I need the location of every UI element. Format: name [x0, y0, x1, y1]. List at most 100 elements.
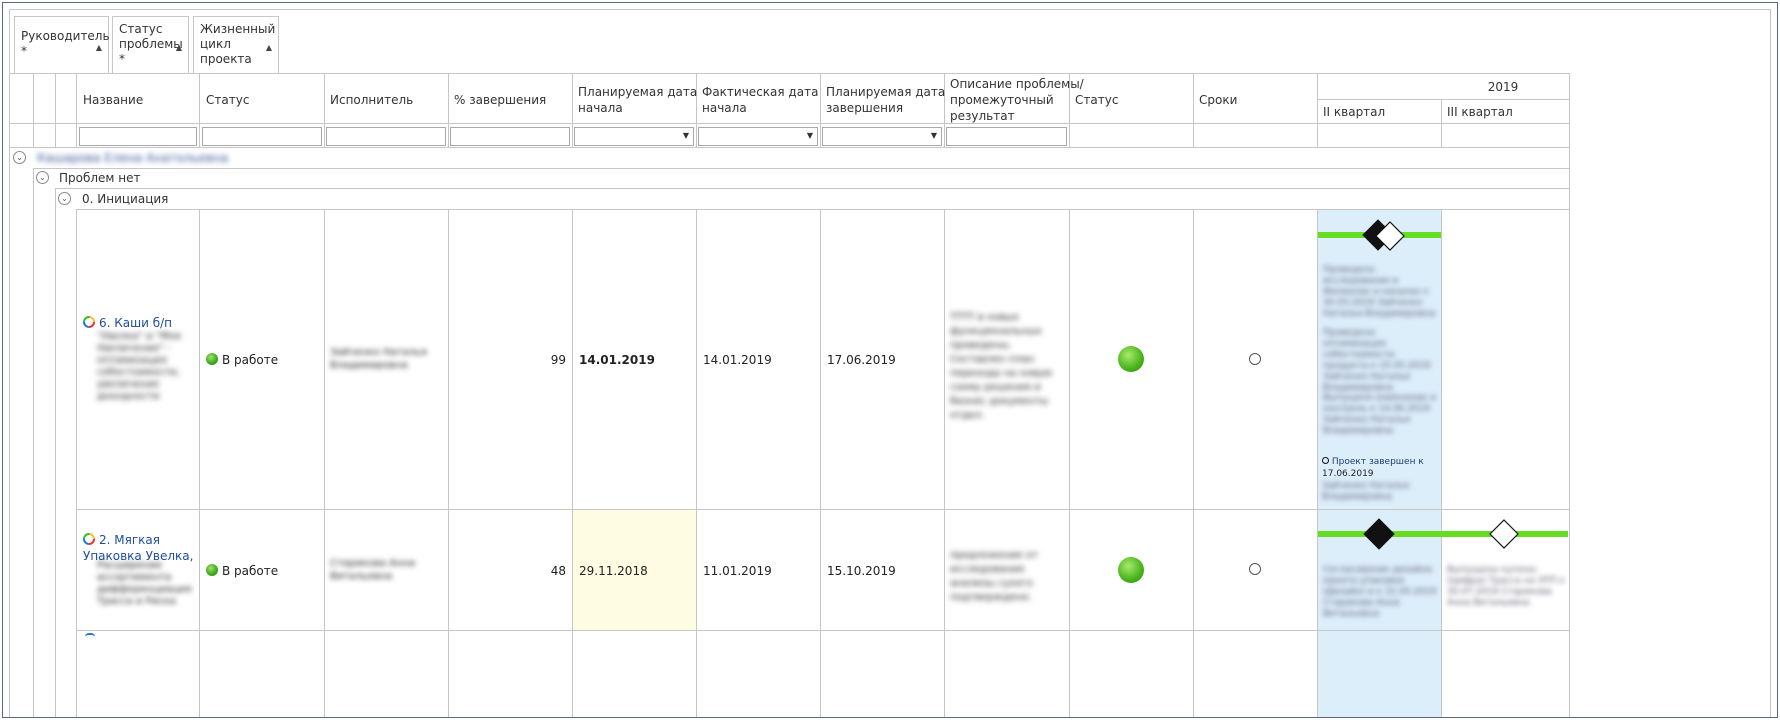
table-row: 6. Каши б/п	[83, 315, 195, 331]
dropdown-arrow-icon: ▼	[682, 131, 689, 140]
project-icon	[83, 533, 95, 545]
filter-problem-desc-input[interactable]	[946, 127, 1067, 146]
column-header-plan-start[interactable]: Планируемая дата начала	[578, 84, 697, 116]
column-header-year: 2019	[1487, 80, 1519, 94]
dropdown-arrow-icon: ▼	[806, 131, 813, 140]
grid-line	[55, 188, 1569, 189]
gantt-final-date: 17.06.2019	[1322, 469, 1374, 479]
grid-line	[572, 73, 573, 147]
group-chip-label: Статус проблемы *	[119, 22, 183, 66]
problem-desc-cell: ТТТТ в новых функциональных проведены. С…	[950, 312, 1053, 421]
plan-start-cell: 14.01.2019	[579, 353, 655, 367]
column-header-fact-start[interactable]: Фактическая дата начала	[702, 84, 818, 116]
filter-executor-input[interactable]	[326, 127, 446, 146]
group-lifecycle-label: 0. Инициация	[82, 192, 169, 206]
grid-line	[1441, 99, 1442, 147]
sort-up-icon[interactable]: ▲	[96, 40, 102, 55]
percent-cell: 48	[550, 564, 566, 578]
group-problem-status-label: Проблем нет	[59, 171, 141, 185]
sort-up-icon[interactable]: ▲	[266, 40, 272, 55]
column-header-q2: II квартал	[1323, 105, 1386, 119]
grid-line	[324, 73, 325, 147]
milestone-diamond-black-icon	[1363, 518, 1395, 550]
grid-line	[1441, 209, 1442, 717]
sort-up-icon[interactable]: ▲	[176, 40, 182, 55]
grid-line	[572, 209, 573, 717]
filter-plan-end-select[interactable]: ▼	[822, 127, 942, 146]
plan-end-cell: 17.06.2019	[827, 353, 896, 367]
grid-line	[9, 147, 1569, 148]
gantt-final-note: Проект завершен к	[1322, 457, 1440, 468]
column-header-status[interactable]: Статус	[206, 92, 249, 108]
group-chip-problem-status[interactable]: Статус проблемы * ▲	[112, 16, 189, 74]
grid-line	[33, 73, 34, 147]
grid-line	[33, 168, 1569, 169]
dropdown-arrow-icon: ▼	[930, 131, 937, 140]
group-chip-lifecycle[interactable]: Жизненный цикл проекта ▲	[193, 16, 279, 74]
column-header-status2[interactable]: Статус	[1075, 92, 1118, 108]
fact-start-cell: 11.01.2019	[703, 564, 772, 578]
grid-line	[696, 209, 697, 717]
project-subtitle: "Увелка" и "Мое Увеличение" - оптимизаци…	[97, 331, 182, 402]
executor-cell[interactable]: Старикова Анна Витальевна	[330, 557, 440, 583]
gantt-final-label: Проект завершен к	[1331, 457, 1424, 467]
fact-start-cell: 14.01.2019	[703, 353, 772, 367]
status-green-icon	[206, 564, 218, 576]
grid-line	[33, 168, 34, 717]
gantt-q2-highlight	[1318, 631, 1441, 717]
terms-empty-indicator	[1249, 353, 1261, 365]
filter-name-input[interactable]	[79, 127, 197, 146]
plan-start-cell: 29.11.2018	[579, 564, 648, 578]
collapse-toggle-icon[interactable]: ⌄	[36, 171, 49, 184]
column-header-name[interactable]: Название	[83, 92, 143, 108]
gantt-note: Согласование дизайна макета упаковки (Ди…	[1323, 565, 1437, 619]
column-header-percent[interactable]: % завершения	[454, 92, 546, 108]
project-link[interactable]: 6. Каши б/п	[99, 316, 172, 330]
status-cell: В работе	[206, 352, 278, 368]
gantt-note: Выпущены купоны (Цифра) Трасса на ЭТП к …	[1447, 565, 1565, 608]
gantt-note: Проведено исследование в Филиалах и кана…	[1323, 265, 1436, 319]
column-header-problem-desc[interactable]: Описание проблемы/ промежуточный результ…	[950, 76, 1084, 124]
grid-line	[199, 73, 200, 147]
filter-status-input[interactable]	[202, 127, 322, 146]
gantt-bar	[1318, 531, 1568, 537]
gantt-note: Выпущено изменение и контроль к 14.06.20…	[1323, 393, 1437, 436]
milestone-diamond-white-icon	[1489, 519, 1519, 549]
group-chip-label: Жизненный цикл проекта	[200, 22, 276, 66]
status-green-indicator	[1118, 346, 1144, 372]
circle-outline-icon	[1322, 457, 1329, 464]
filter-plan-start-select[interactable]: ▼	[574, 127, 694, 146]
project-icon	[83, 316, 95, 328]
collapse-toggle-icon[interactable]: ⌄	[13, 151, 26, 164]
collapse-toggle-icon[interactable]: ⌄	[58, 192, 71, 205]
grid-line	[448, 73, 449, 147]
grid-line	[324, 209, 325, 717]
project-link[interactable]: 2. Мягкая Упаковка Увелка,	[83, 533, 193, 563]
terms-empty-indicator	[1249, 563, 1261, 575]
group-chip-manager[interactable]: Руководитель * ▲	[14, 16, 110, 74]
status-text: В работе	[222, 353, 279, 367]
status-green-icon	[206, 353, 218, 365]
executor-cell[interactable]: Зайченко Наталья Владимировна	[330, 346, 440, 372]
group-chip-label: Руководитель *	[21, 29, 110, 58]
grid-line	[55, 188, 56, 717]
status-text: В работе	[222, 564, 279, 578]
grid-line	[1569, 73, 1570, 717]
grid-line	[9, 123, 1569, 124]
status-cell: В работе	[206, 563, 278, 579]
column-header-terms[interactable]: Сроки	[1199, 92, 1237, 108]
gantt-note: Проведена оптимизация себестоимости прод…	[1323, 328, 1431, 393]
column-header-executor[interactable]: Исполнитель	[330, 92, 413, 108]
grid-line	[76, 209, 77, 717]
filter-fact-start-select[interactable]: ▼	[698, 127, 818, 146]
grid-line	[199, 209, 200, 717]
grid-line	[1193, 209, 1194, 717]
grid-line	[944, 209, 945, 717]
problem-desc-cell: предложение от исследования анализы сухо…	[950, 550, 1038, 603]
column-header-plan-end[interactable]: Планируемая дата завершения	[826, 84, 945, 116]
group-manager-label: Кашарова Елена Анатольевна	[37, 151, 229, 165]
status-green-indicator	[1118, 557, 1144, 583]
milestone-diamond-white-icon	[1375, 221, 1405, 251]
grid-line	[448, 209, 449, 717]
filter-percent-input[interactable]	[450, 127, 570, 146]
